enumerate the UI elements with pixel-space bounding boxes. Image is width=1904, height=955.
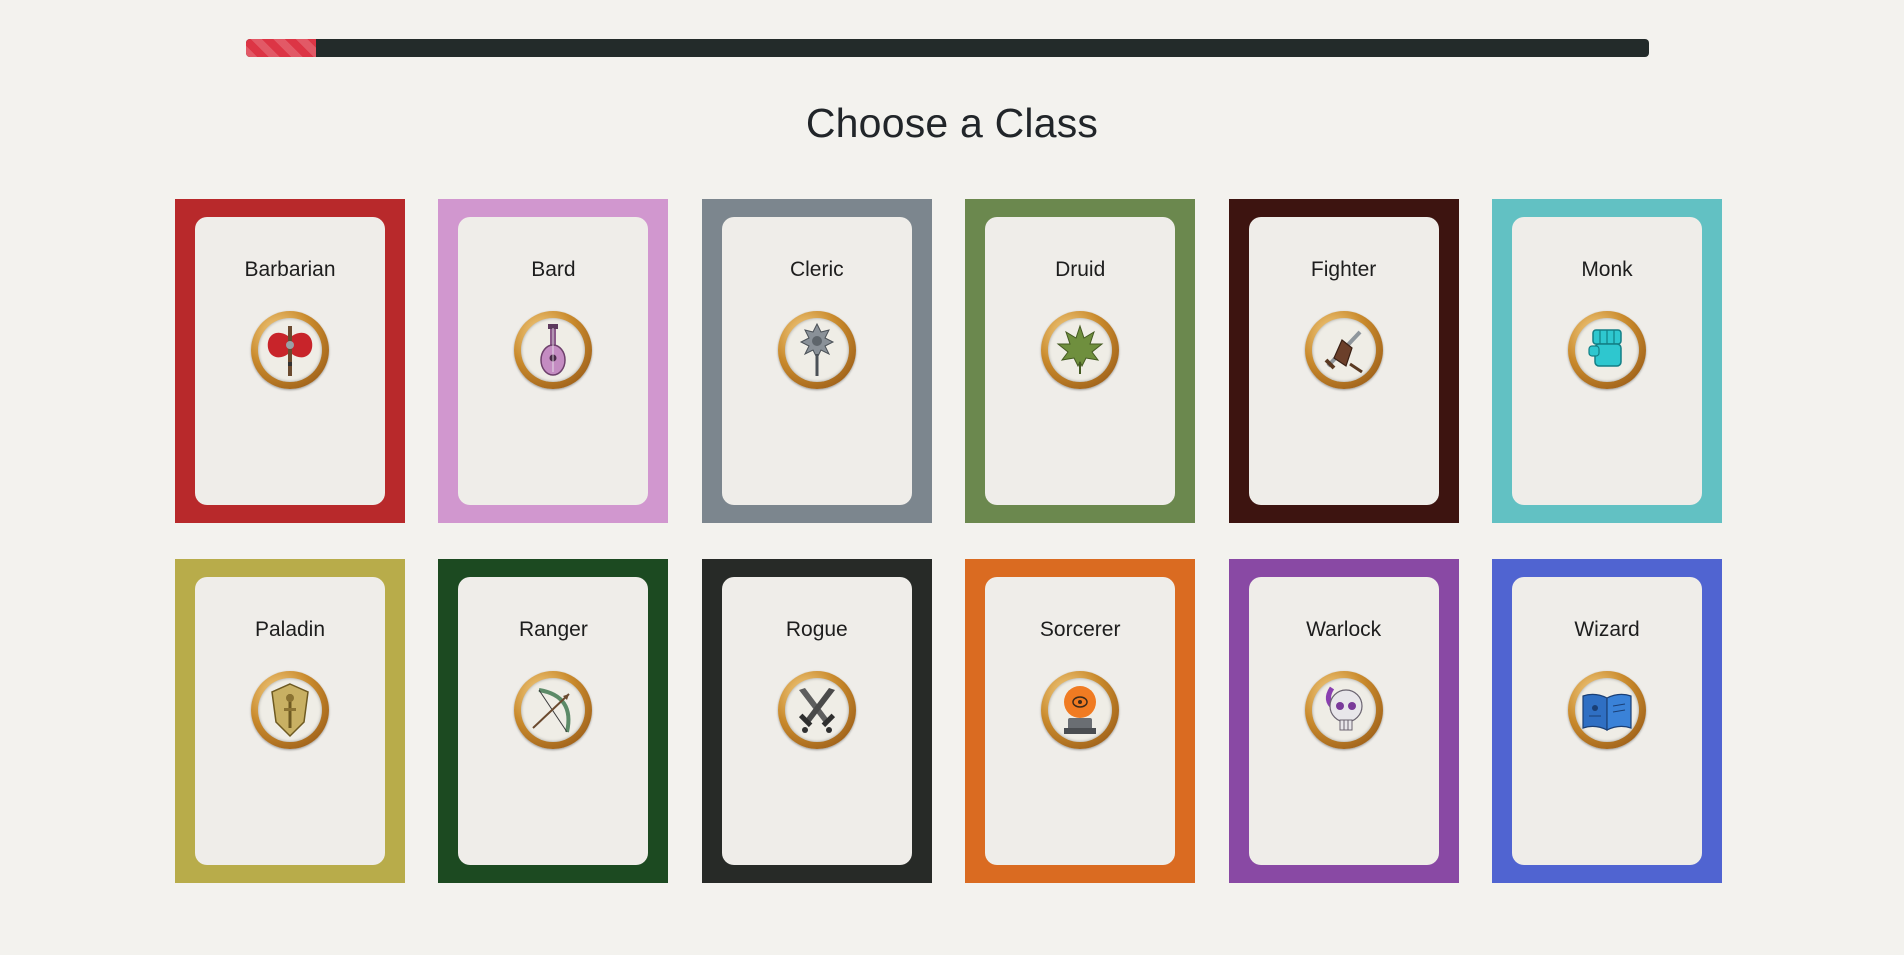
sword-shield-icon bbox=[1304, 311, 1383, 389]
spellbook-icon bbox=[1568, 671, 1646, 749]
progress-bar bbox=[246, 39, 1649, 57]
class-name: Paladin bbox=[254, 618, 326, 641]
class-card-warlock[interactable]: Warlock bbox=[1228, 559, 1459, 883]
class-card-monk[interactable]: Monk bbox=[1492, 199, 1722, 523]
class-card-fighter[interactable]: Fighter bbox=[1228, 199, 1459, 523]
class-card-inner: Bard bbox=[458, 217, 649, 505]
class-card-inner: Monk bbox=[1512, 217, 1702, 505]
class-name: Rogue bbox=[785, 618, 848, 641]
class-name: Cleric bbox=[789, 258, 844, 281]
class-name: Ranger bbox=[518, 618, 588, 641]
class-card-inner: Wizard bbox=[1512, 577, 1702, 865]
flame-orb-icon bbox=[1041, 671, 1120, 749]
class-card-barbarian[interactable]: Barbarian bbox=[175, 199, 405, 523]
leaf-icon bbox=[1041, 311, 1120, 389]
class-card-sorcerer[interactable]: Sorcerer bbox=[965, 559, 1196, 883]
lute-icon bbox=[514, 311, 593, 389]
shield-icon bbox=[251, 671, 329, 749]
page-title: Choose a Class bbox=[805, 100, 1099, 146]
class-card-rogue[interactable]: Rogue bbox=[701, 559, 932, 883]
class-name: Warlock bbox=[1306, 618, 1382, 641]
class-card-inner: Warlock bbox=[1248, 577, 1439, 865]
fist-icon bbox=[1568, 311, 1646, 389]
class-name: Monk bbox=[1581, 258, 1633, 281]
class-name: Sorcerer bbox=[1039, 618, 1121, 641]
class-card-inner: Barbarian bbox=[195, 217, 385, 505]
class-card-inner: Paladin bbox=[195, 577, 385, 865]
class-card-druid[interactable]: Druid bbox=[965, 199, 1196, 523]
class-name: Wizard bbox=[1574, 618, 1640, 641]
class-name: Barbarian bbox=[244, 258, 336, 281]
class-card-paladin[interactable]: Paladin bbox=[175, 559, 405, 883]
class-card-cleric[interactable]: Cleric bbox=[701, 199, 932, 523]
class-card-bard[interactable]: Bard bbox=[438, 199, 669, 523]
class-name: Fighter bbox=[1310, 258, 1377, 281]
skull-icon bbox=[1304, 671, 1383, 749]
mace-icon bbox=[777, 311, 856, 389]
class-card-inner: Ranger bbox=[458, 577, 649, 865]
bow-arrow-icon bbox=[514, 671, 593, 749]
class-card-inner: Rogue bbox=[721, 577, 912, 865]
class-card-inner: Sorcerer bbox=[985, 577, 1176, 865]
double-axe-icon bbox=[251, 311, 329, 389]
class-card-ranger[interactable]: Ranger bbox=[438, 559, 669, 883]
class-name: Bard bbox=[531, 258, 576, 281]
progress-fill bbox=[246, 39, 317, 57]
class-card-wizard[interactable]: Wizard bbox=[1492, 559, 1722, 883]
class-card-inner: Fighter bbox=[1248, 217, 1439, 505]
class-name: Druid bbox=[1055, 258, 1106, 281]
class-card-inner: Cleric bbox=[721, 217, 912, 505]
crossed-daggers-icon bbox=[777, 671, 856, 749]
class-card-inner: Druid bbox=[985, 217, 1176, 505]
